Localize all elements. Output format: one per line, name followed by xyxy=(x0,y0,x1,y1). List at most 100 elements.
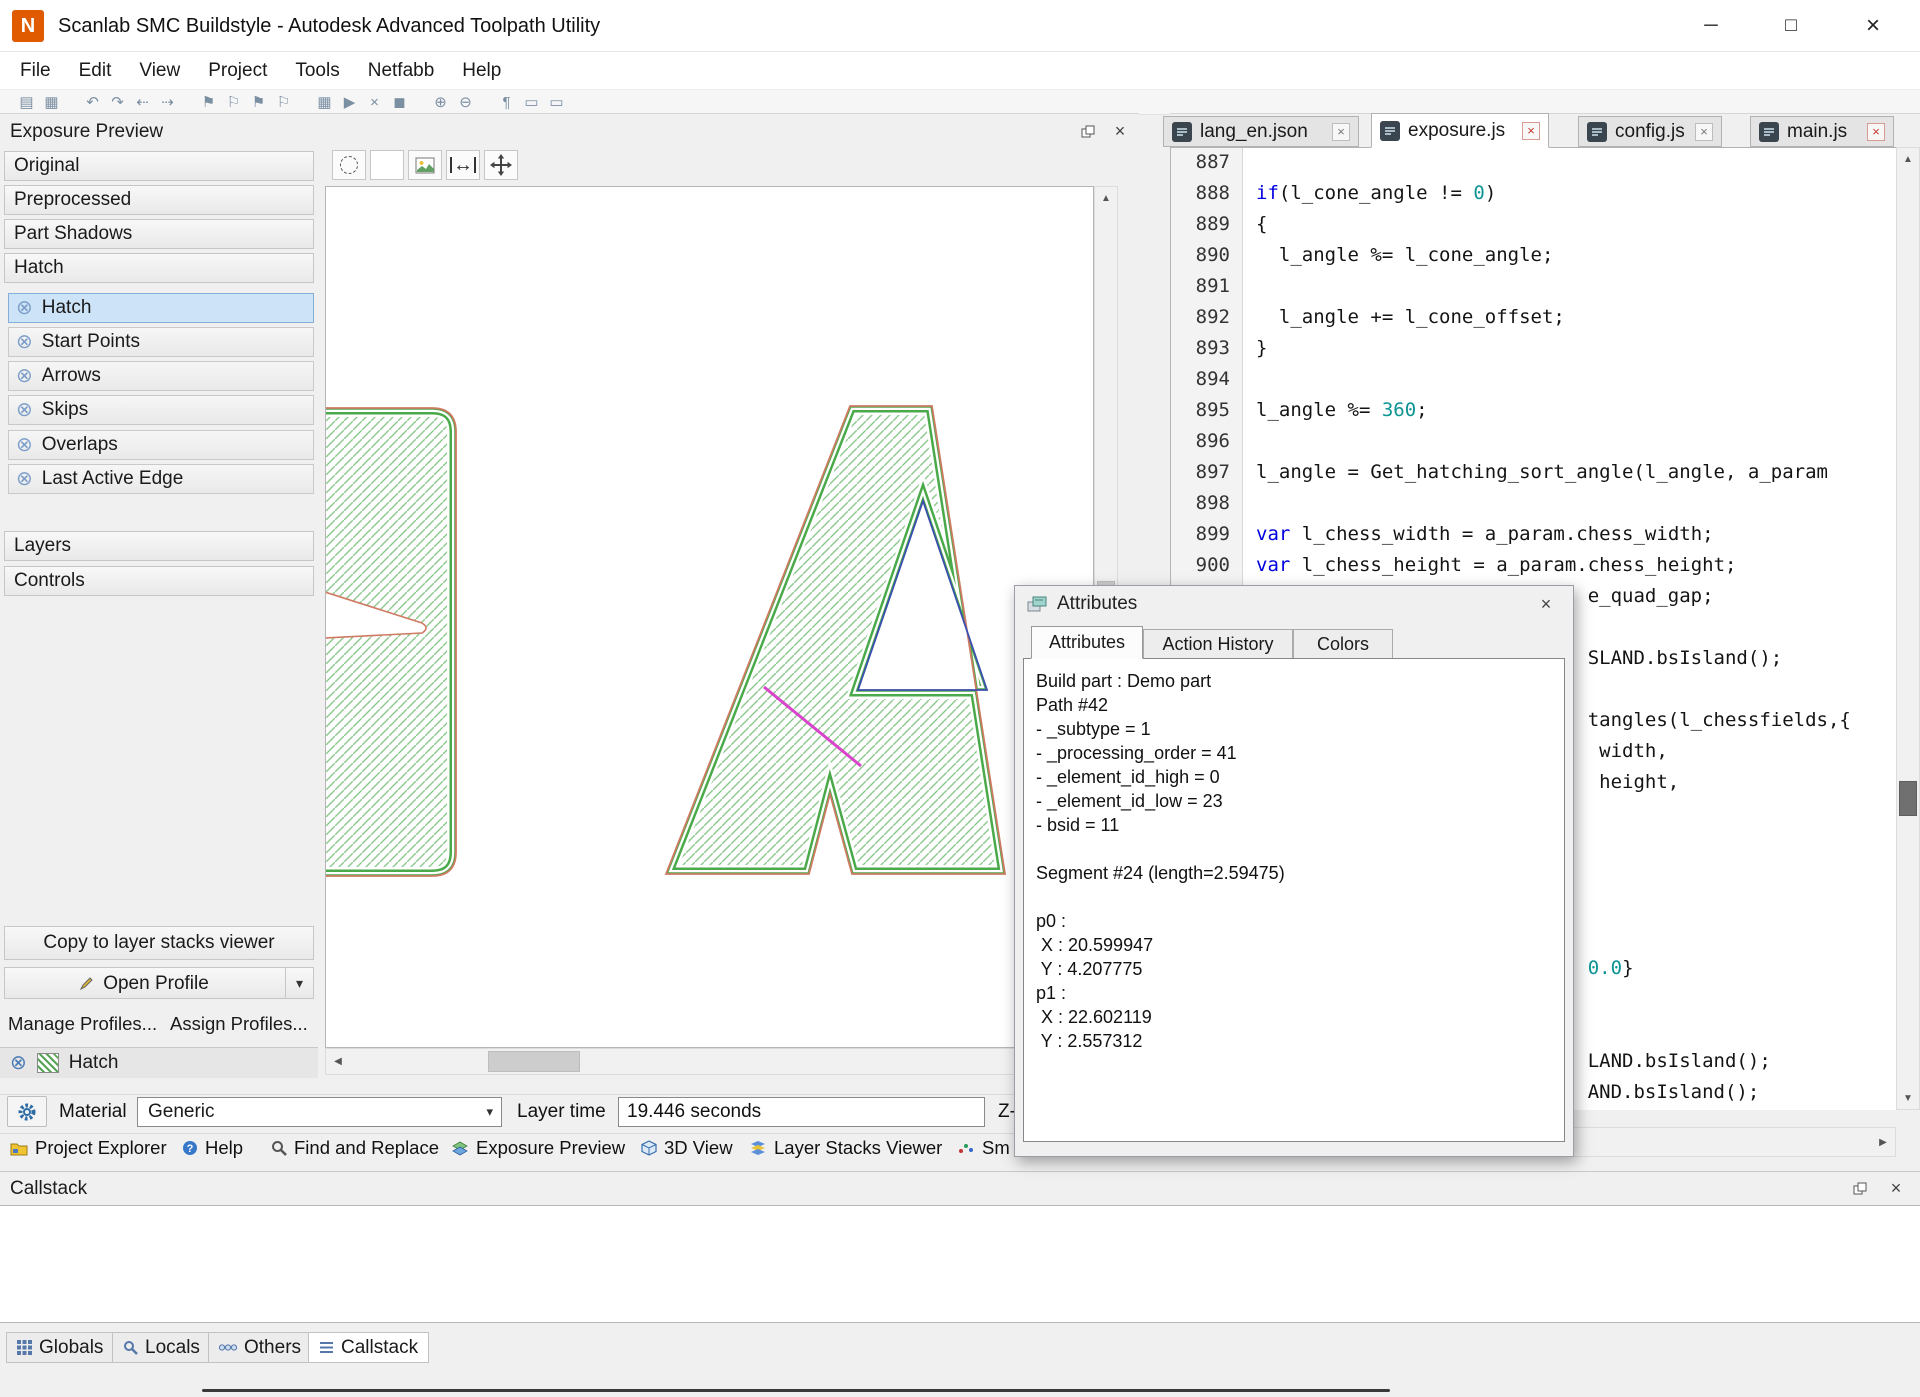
hatch-layer-item-start-points[interactable]: ⊗ Start Points xyxy=(8,327,314,357)
view-button-part-shadows[interactable]: Part Shadows xyxy=(4,219,314,249)
open-profile-button[interactable]: Open Profile ▾ xyxy=(4,967,314,999)
debug-tab-callstack[interactable]: Callstack xyxy=(308,1332,429,1363)
bookmark-prev-icon[interactable]: ⚐ xyxy=(221,91,246,113)
hatch-layer-item-skips[interactable]: ⊗ Skips xyxy=(8,395,314,425)
open-profile-dropdown[interactable]: ▾ xyxy=(285,968,313,998)
save-all-icon[interactable]: ▦ xyxy=(39,91,64,113)
dialog-tab-action-history[interactable]: Action History xyxy=(1143,629,1293,659)
find-and-replace-button[interactable]: Find and Replace xyxy=(267,1133,443,1163)
exposure-preview-button[interactable]: Exposure Preview xyxy=(447,1133,629,1163)
history-back-icon[interactable]: ⇠ xyxy=(130,91,155,113)
menu-help[interactable]: Help xyxy=(448,52,515,89)
help-button[interactable]: ? Help xyxy=(178,1133,247,1163)
stop-icon[interactable]: ◼ xyxy=(387,91,412,113)
layer-stacks-viewer-button[interactable]: Layer Stacks Viewer xyxy=(745,1133,946,1163)
tab-close-icon[interactable]: × xyxy=(1522,122,1540,140)
history-forward-icon[interactable]: ⇢ xyxy=(155,91,180,113)
hatch-layer-item-arrows[interactable]: ⊗ Arrows xyxy=(8,361,314,391)
menu-edit[interactable]: Edit xyxy=(65,52,126,89)
run-icon[interactable]: ▶ xyxy=(337,91,362,113)
save-icon[interactable]: ▤ xyxy=(14,91,39,113)
scroll-up-icon[interactable]: ▲ xyxy=(1095,187,1117,209)
menu-view[interactable]: View xyxy=(125,52,194,89)
debug-tab-others[interactable]: Others xyxy=(208,1332,312,1363)
callstack-close-button[interactable]: × xyxy=(1882,1175,1910,1201)
code-line: l_angle = Get_hatching_sort_angle(l_angl… xyxy=(1244,461,1896,492)
bookmark-clear-icon[interactable]: ⚐ xyxy=(271,91,296,113)
scroll-up-icon[interactable]: ▲ xyxy=(1897,148,1919,170)
left-part-shape[interactable] xyxy=(326,408,461,878)
editor-tab-main-js[interactable]: main.js × xyxy=(1750,116,1894,147)
tab-close-icon[interactable]: × xyxy=(1695,123,1713,141)
material-select[interactable]: Generic ▾ xyxy=(137,1097,502,1127)
redo-icon[interactable]: ↷ xyxy=(105,91,130,113)
zoom-in-icon[interactable]: ⊕ xyxy=(428,91,453,113)
minimize-button[interactable]: ─ xyxy=(1682,0,1740,52)
letter-a-shape[interactable] xyxy=(656,397,1016,884)
code-line: { xyxy=(1244,213,1896,244)
undo-icon[interactable]: ↶ xyxy=(80,91,105,113)
scroll-down-icon[interactable]: ▼ xyxy=(1897,1087,1919,1109)
measure-button[interactable]: ↔ xyxy=(446,150,480,180)
exposure-preview-canvas[interactable] xyxy=(325,186,1094,1048)
maximize-button[interactable]: □ xyxy=(1762,0,1820,52)
breakpoint-remove-icon[interactable]: × xyxy=(362,91,387,113)
hatch-layer-item-overlaps[interactable]: ⊗ Overlaps xyxy=(8,430,314,460)
search-icon xyxy=(271,1140,287,1156)
breakpoint-grid-icon[interactable]: ▦ xyxy=(312,91,337,113)
canvas-horizontal-scrollbar[interactable]: ◀ ▶ xyxy=(325,1048,1094,1075)
tab-close-icon[interactable]: × xyxy=(1867,123,1885,141)
debug-tab-locals[interactable]: Locals xyxy=(112,1332,211,1363)
scroll-right-icon[interactable]: ▶ xyxy=(1871,1128,1895,1156)
blank-swatch-button[interactable] xyxy=(370,150,404,180)
editor-tab-exposure-js[interactable]: exposure.js × xyxy=(1371,113,1549,148)
smooth-button[interactable]: Sm xyxy=(953,1133,1014,1163)
menu-netfabb[interactable]: Netfabb xyxy=(354,52,449,89)
scrollbar-thumb[interactable] xyxy=(1899,781,1917,816)
debug-tab-globals[interactable]: Globals xyxy=(6,1332,114,1363)
material-settings-button[interactable] xyxy=(7,1096,47,1127)
section-button-controls[interactable]: Controls xyxy=(4,566,314,596)
scroll-left-icon[interactable]: ◀ xyxy=(326,1049,350,1074)
layer-time-input[interactable] xyxy=(618,1097,985,1127)
copy-to-layer-stacks-button[interactable]: Copy to layer stacks viewer xyxy=(4,926,314,960)
hatch-layer-item-hatch[interactable]: ⊗ Hatch xyxy=(8,293,314,323)
menu-tools[interactable]: Tools xyxy=(281,52,353,89)
attributes-dialog-close-icon[interactable]: × xyxy=(1529,592,1563,616)
view-button-preprocessed[interactable]: Preprocessed xyxy=(4,185,314,215)
section-button-layers[interactable]: Layers xyxy=(4,531,314,561)
attributes-dialog[interactable]: Attributes × Attributes Action History C… xyxy=(1014,585,1574,1157)
exposure-panel-close-button[interactable]: × xyxy=(1106,118,1134,144)
close-button[interactable]: × xyxy=(1842,0,1904,52)
view-button-original[interactable]: Original xyxy=(4,151,314,181)
bookmark-next-icon[interactable]: ⚑ xyxy=(246,91,271,113)
menu-file[interactable]: File xyxy=(6,52,65,89)
attributes-dialog-titlebar[interactable]: Attributes × xyxy=(1015,586,1573,622)
dialog-tab-attributes[interactable]: Attributes xyxy=(1031,626,1143,659)
zoom-out-icon[interactable]: ⊖ xyxy=(453,91,478,113)
whitespace-icon[interactable]: ¶ xyxy=(494,91,519,113)
bookmark-toggle-icon[interactable]: ⚑ xyxy=(196,91,221,113)
assign-profiles-button[interactable]: Assign Profiles... xyxy=(170,1009,320,1039)
menu-project[interactable]: Project xyxy=(194,52,281,89)
callstack-content[interactable] xyxy=(0,1205,1920,1323)
snapshot-button[interactable] xyxy=(408,150,442,180)
editor-tab-lang-en-json[interactable]: lang_en.json × xyxy=(1163,116,1359,147)
three-d-view-button[interactable]: 3D View xyxy=(637,1133,737,1163)
editor-tab-config-js[interactable]: config.js × xyxy=(1578,116,1722,147)
tab-close-icon[interactable]: × xyxy=(1332,123,1350,141)
dialog-tab-colors[interactable]: Colors xyxy=(1293,629,1393,659)
hatch-layer-item-last-active-edge[interactable]: ⊗ Last Active Edge xyxy=(8,464,314,494)
view-button-hatch[interactable]: Hatch xyxy=(4,253,314,283)
manage-profiles-button[interactable]: Manage Profiles... xyxy=(8,1009,168,1039)
pan-button[interactable] xyxy=(484,150,518,180)
float-panel-icon xyxy=(1081,125,1095,138)
exposure-panel-float-button[interactable] xyxy=(1074,118,1102,144)
project-explorer-button[interactable]: Project Explorer xyxy=(6,1133,171,1163)
comment-icon[interactable]: ▭ xyxy=(519,91,544,113)
comment-block-icon[interactable]: ▭ xyxy=(544,91,569,113)
editor-vertical-scrollbar[interactable]: ▲ ▼ xyxy=(1896,147,1920,1110)
scrollbar-thumb[interactable] xyxy=(488,1051,580,1072)
selection-ellipse-button[interactable] xyxy=(332,150,366,180)
callstack-float-button[interactable] xyxy=(1846,1175,1874,1201)
